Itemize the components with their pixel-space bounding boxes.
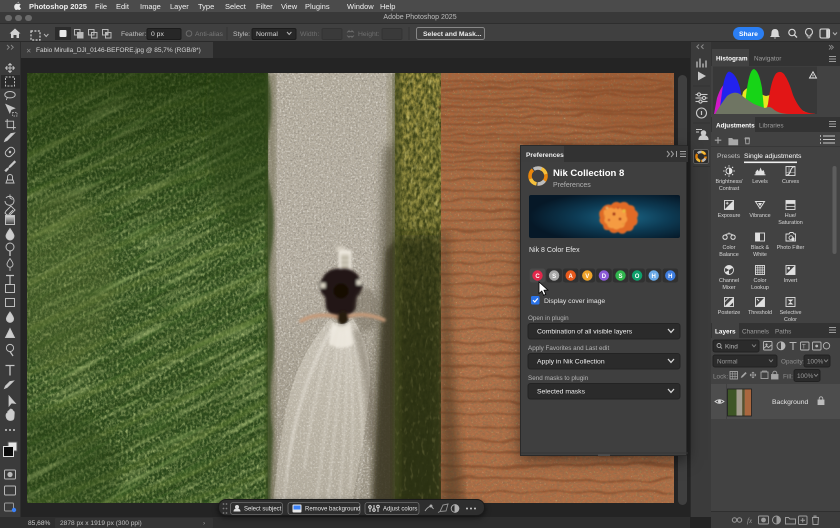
svg-text:Photo Filter: Photo Filter xyxy=(777,245,805,251)
svg-text:H: H xyxy=(652,274,656,280)
svg-text:Share: Share xyxy=(739,31,758,38)
svg-text:Levels: Levels xyxy=(752,179,768,185)
svg-text:S: S xyxy=(552,274,556,280)
svg-text:100%: 100% xyxy=(797,373,814,380)
svg-text:V: V xyxy=(585,274,589,280)
svg-text:Width:: Width: xyxy=(300,31,319,38)
svg-text:Brightness/: Brightness/ xyxy=(716,179,743,185)
svg-text:Threshold: Threshold xyxy=(748,310,772,316)
svg-text:D: D xyxy=(602,274,607,280)
svg-text:100%: 100% xyxy=(807,359,824,366)
svg-text:Contrast: Contrast xyxy=(719,186,740,192)
svg-text:Saturation: Saturation xyxy=(778,220,803,226)
svg-text:0 px: 0 px xyxy=(151,31,164,38)
svg-text:Lock:: Lock: xyxy=(713,374,728,381)
svg-text:Selected masks: Selected masks xyxy=(537,389,586,396)
svg-text:Nik Collection 8: Nik Collection 8 xyxy=(553,168,624,179)
svg-text:Preferences: Preferences xyxy=(553,182,591,189)
svg-text:Normal: Normal xyxy=(256,31,278,38)
svg-text:Balance: Balance xyxy=(719,252,738,258)
svg-text:Display cover image: Display cover image xyxy=(544,298,605,305)
svg-text:White: White xyxy=(753,252,767,258)
svg-text:Lookup: Lookup xyxy=(751,285,769,291)
svg-text:Libraries: Libraries xyxy=(759,123,784,130)
svg-text:Open in plugin: Open in plugin xyxy=(528,315,569,322)
svg-text:Histogram: Histogram xyxy=(716,56,748,63)
svg-text:C: C xyxy=(535,274,540,280)
svg-text:Select subject: Select subject xyxy=(244,507,282,513)
svg-text:Adjust colors: Adjust colors xyxy=(383,507,417,513)
svg-text:Fill:: Fill: xyxy=(783,374,793,381)
svg-text:H: H xyxy=(668,274,672,280)
svg-text:Hue/: Hue/ xyxy=(785,213,797,219)
svg-text:Layers: Layers xyxy=(715,329,736,336)
svg-text:Paths: Paths xyxy=(775,329,791,336)
svg-text:Height:: Height: xyxy=(358,31,380,38)
svg-text:Channel: Channel xyxy=(719,278,739,284)
svg-text:Combination of all visible lay: Combination of all visible layers xyxy=(537,329,633,336)
svg-text:Background: Background xyxy=(772,399,808,406)
svg-text:Selective: Selective xyxy=(780,310,802,316)
svg-text:Select and Mask...: Select and Mask... xyxy=(423,31,482,38)
svg-text:S: S xyxy=(618,274,622,280)
svg-text:Kind: Kind xyxy=(725,344,738,351)
svg-text:A: A xyxy=(569,274,574,280)
svg-text:Posterize: Posterize xyxy=(718,310,740,316)
svg-text:Apply in Nik Collection: Apply in Nik Collection xyxy=(537,359,605,366)
svg-text:Mixer: Mixer xyxy=(722,285,735,291)
svg-text:fx: fx xyxy=(747,517,753,525)
svg-text:Preferences: Preferences xyxy=(526,152,564,159)
svg-text:Remove background: Remove background xyxy=(305,507,360,513)
svg-text:Invert: Invert xyxy=(784,278,798,284)
svg-text:Curves: Curves xyxy=(782,179,799,185)
svg-text:Opacity:: Opacity: xyxy=(781,359,805,366)
svg-text:Navigator: Navigator xyxy=(754,56,782,63)
svg-text:Single adjustments: Single adjustments xyxy=(744,153,802,160)
svg-text:Anti-alias: Anti-alias xyxy=(195,31,224,38)
svg-text:Feather:: Feather: xyxy=(121,31,146,38)
svg-text:Style:: Style: xyxy=(233,31,250,38)
svg-text:Channels: Channels xyxy=(742,329,769,336)
svg-text:T: T xyxy=(802,345,806,351)
svg-text:Presets: Presets xyxy=(717,153,741,160)
svg-text:Send masks to plugin: Send masks to plugin xyxy=(528,375,589,382)
svg-text:O: O xyxy=(635,274,640,280)
svg-text:Nik 8 Color Efex: Nik 8 Color Efex xyxy=(529,247,580,254)
svg-text:Exposure: Exposure xyxy=(718,213,741,219)
svg-text:Color: Color xyxy=(754,278,767,284)
svg-text:Color: Color xyxy=(784,317,797,323)
svg-text:Vibrance: Vibrance xyxy=(749,213,770,219)
svg-text:Normal: Normal xyxy=(717,359,738,366)
svg-text:Black &: Black & xyxy=(751,245,770,251)
svg-text:Adjustments: Adjustments xyxy=(716,123,755,130)
svg-text:Color: Color xyxy=(723,245,736,251)
svg-text:Apply Favorites and Last edit: Apply Favorites and Last edit xyxy=(528,345,609,352)
